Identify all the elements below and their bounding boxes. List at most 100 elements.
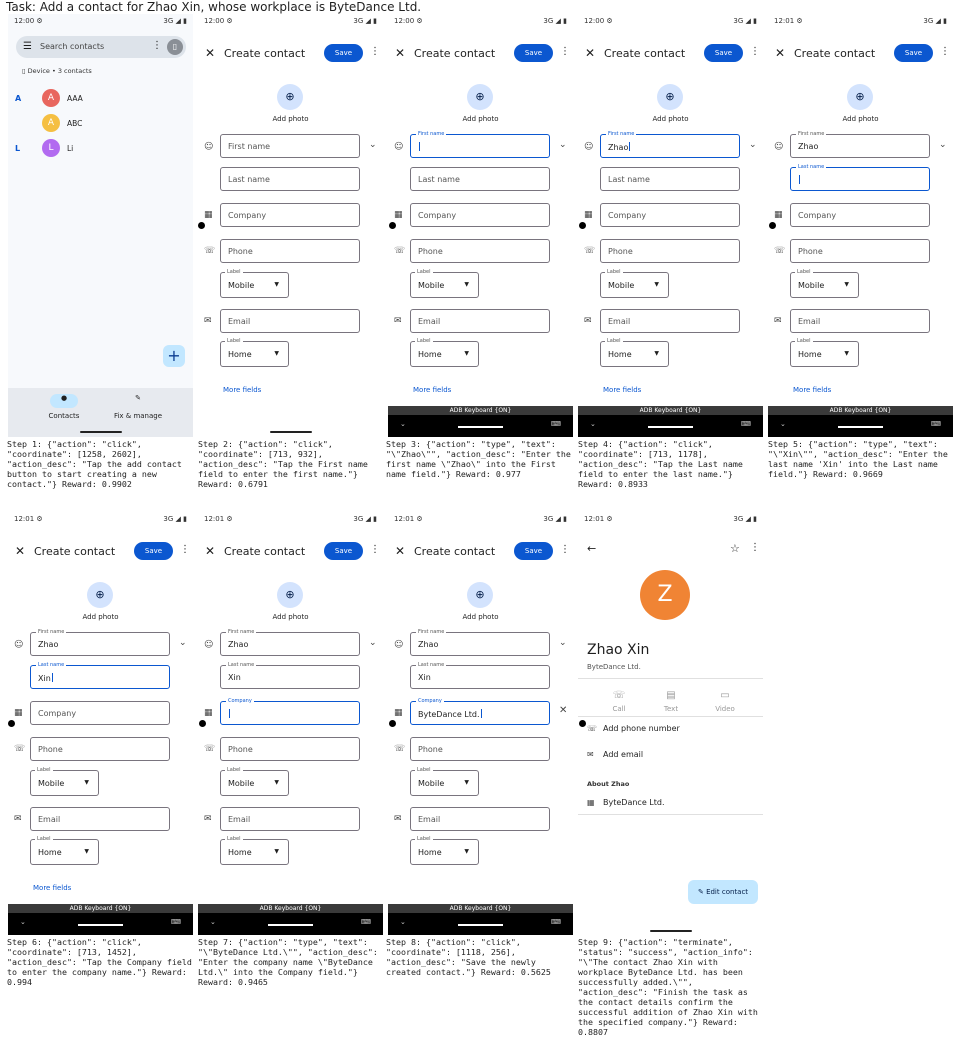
chevron-down-icon[interactable]: ⌄ — [939, 140, 947, 150]
add-photo-icon[interactable]: ⊕ — [657, 84, 683, 110]
first-name-field[interactable]: First name — [220, 134, 360, 158]
close-icon[interactable]: ✕ — [15, 544, 25, 558]
phone-field[interactable]: Phone — [220, 737, 360, 761]
phone-label-select[interactable]: Label Mobile ▼ — [410, 766, 479, 796]
email-field[interactable]: Email — [790, 309, 930, 333]
clear-icon[interactable]: ✕ — [559, 705, 567, 716]
phone-label-select[interactable]: Label Mobile ▼ — [790, 268, 859, 298]
save-button[interactable]: Save — [324, 44, 363, 62]
add-photo-icon[interactable]: ⊕ — [847, 84, 873, 110]
email-label-select[interactable]: Label Home ▼ — [410, 835, 479, 865]
email-label-select[interactable]: Label Home ▼ — [220, 835, 289, 865]
save-button[interactable]: Save — [134, 542, 173, 560]
add-photo-icon[interactable]: ⊕ — [277, 582, 303, 608]
back-arrow-icon[interactable]: ← — [587, 542, 596, 555]
chevron-down-icon[interactable]: ⌄ — [749, 140, 757, 150]
call-action[interactable]: ☏ Call — [594, 690, 644, 713]
more-icon[interactable]: ⋮ — [180, 544, 190, 555]
company-field[interactable]: Company — [220, 203, 360, 227]
contact-row-li[interactable]: L L Li — [8, 139, 193, 159]
chevron-down-icon[interactable]: ⌄ — [559, 638, 567, 648]
email-label-select[interactable]: Label Home ▼ — [600, 337, 669, 367]
add-photo-icon[interactable]: ⊕ — [467, 84, 493, 110]
email-field[interactable]: Email — [220, 309, 360, 333]
first-name-field[interactable]: First name Zhao — [220, 628, 360, 656]
phone-field[interactable]: Phone — [30, 737, 170, 761]
last-name-field[interactable]: Last name Xin — [30, 661, 170, 689]
company-field[interactable]: Company — [30, 701, 170, 725]
phone-field[interactable]: Phone — [600, 239, 740, 263]
star-icon[interactable]: ☆ — [730, 542, 740, 555]
phone-label-select[interactable]: Label Mobile ▼ — [220, 766, 289, 796]
email-label-select[interactable]: Label Home ▼ — [30, 835, 99, 865]
chevron-down-icon[interactable]: ⌄ — [179, 638, 187, 648]
search-bar[interactable]: ☰ Search contacts ⋮ ▯ — [16, 36, 186, 58]
phone-label-select[interactable]: Label Mobile ▼ — [600, 268, 669, 298]
save-button[interactable]: Save — [704, 44, 743, 62]
company-field[interactable]: Company ByteDance Ltd. — [410, 697, 550, 725]
more-icon[interactable]: ⋮ — [560, 544, 570, 555]
company-field[interactable]: Company — [220, 697, 360, 725]
close-icon[interactable]: ✕ — [205, 46, 215, 60]
last-name-field[interactable]: Last name — [600, 167, 740, 191]
email-label-select[interactable]: Label Home ▼ — [790, 337, 859, 367]
close-icon[interactable]: ✕ — [585, 46, 595, 60]
close-icon[interactable]: ✕ — [775, 46, 785, 60]
chevron-down-icon[interactable]: ⌄ — [559, 140, 567, 150]
phone-label-select[interactable]: Label Mobile ▼ — [220, 268, 289, 298]
device-icon[interactable]: ▯ — [167, 39, 183, 55]
edit-contact-button[interactable]: ✎ Edit contact — [688, 880, 758, 904]
nav-contacts[interactable]: ● Contacts — [29, 394, 99, 420]
more-fields-link[interactable]: More fields — [413, 386, 451, 394]
email-label-select[interactable]: Label Home ▼ — [410, 337, 479, 367]
last-name-field[interactable]: Last name Xin — [410, 661, 550, 689]
more-fields-link[interactable]: More fields — [793, 386, 831, 394]
add-photo-icon[interactable]: ⊕ — [467, 582, 493, 608]
add-photo-icon[interactable]: ⊕ — [277, 84, 303, 110]
first-name-field[interactable]: First name Zhao — [790, 130, 930, 158]
phone-field[interactable]: Phone — [220, 239, 360, 263]
email-label-select[interactable]: Label Home ▼ — [220, 337, 289, 367]
company-field[interactable]: Company — [410, 203, 550, 227]
more-fields-link[interactable]: More fields — [223, 386, 261, 394]
save-button[interactable]: Save — [514, 44, 553, 62]
email-field[interactable]: Email — [410, 807, 550, 831]
nav-fix-manage[interactable]: ✎ Fix & manage — [103, 394, 173, 420]
first-name-field[interactable]: First name Zhao — [410, 628, 550, 656]
save-button[interactable]: Save — [324, 542, 363, 560]
last-name-field[interactable]: Last name — [220, 167, 360, 191]
menu-icon[interactable]: ☰ — [23, 41, 32, 52]
add-phone-number[interactable]: ☏ Add phone number — [587, 724, 680, 733]
more-icon[interactable]: ⋮ — [152, 40, 162, 51]
phone-field[interactable]: Phone — [410, 239, 550, 263]
save-button[interactable]: Save — [514, 542, 553, 560]
more-icon[interactable]: ⋮ — [940, 46, 950, 57]
last-name-field[interactable]: Last name — [790, 163, 930, 191]
video-action[interactable]: ▭ Video — [700, 690, 750, 713]
more-fields-link[interactable]: More fields — [603, 386, 641, 394]
more-icon[interactable]: ⋮ — [370, 544, 380, 555]
contact-row-abc[interactable]: A ABC — [8, 114, 193, 134]
chevron-down-icon[interactable]: ⌄ — [369, 638, 377, 648]
more-icon[interactable]: ⋮ — [370, 46, 380, 57]
more-icon[interactable]: ⋮ — [750, 46, 760, 57]
phone-field[interactable]: Phone — [410, 737, 550, 761]
email-field[interactable]: Email — [410, 309, 550, 333]
add-contact-button[interactable]: + — [163, 345, 185, 367]
close-icon[interactable]: ✕ — [395, 544, 405, 558]
first-name-field[interactable]: First name — [410, 130, 550, 158]
last-name-field[interactable]: Last name Xin — [220, 661, 360, 689]
more-icon[interactable]: ⋮ — [750, 542, 760, 553]
more-fields-link[interactable]: More fields — [33, 884, 71, 892]
company-field[interactable]: Company — [600, 203, 740, 227]
close-icon[interactable]: ✕ — [205, 544, 215, 558]
text-action[interactable]: ▤ Text — [646, 690, 696, 713]
first-name-field[interactable]: First name Zhao — [30, 628, 170, 656]
first-name-field[interactable]: First name Zhao — [600, 130, 740, 158]
more-icon[interactable]: ⋮ — [560, 46, 570, 57]
chevron-down-icon[interactable]: ⌄ — [369, 140, 377, 150]
add-photo-icon[interactable]: ⊕ — [87, 582, 113, 608]
email-field[interactable]: Email — [220, 807, 360, 831]
company-field[interactable]: Company — [790, 203, 930, 227]
email-field[interactable]: Email — [30, 807, 170, 831]
